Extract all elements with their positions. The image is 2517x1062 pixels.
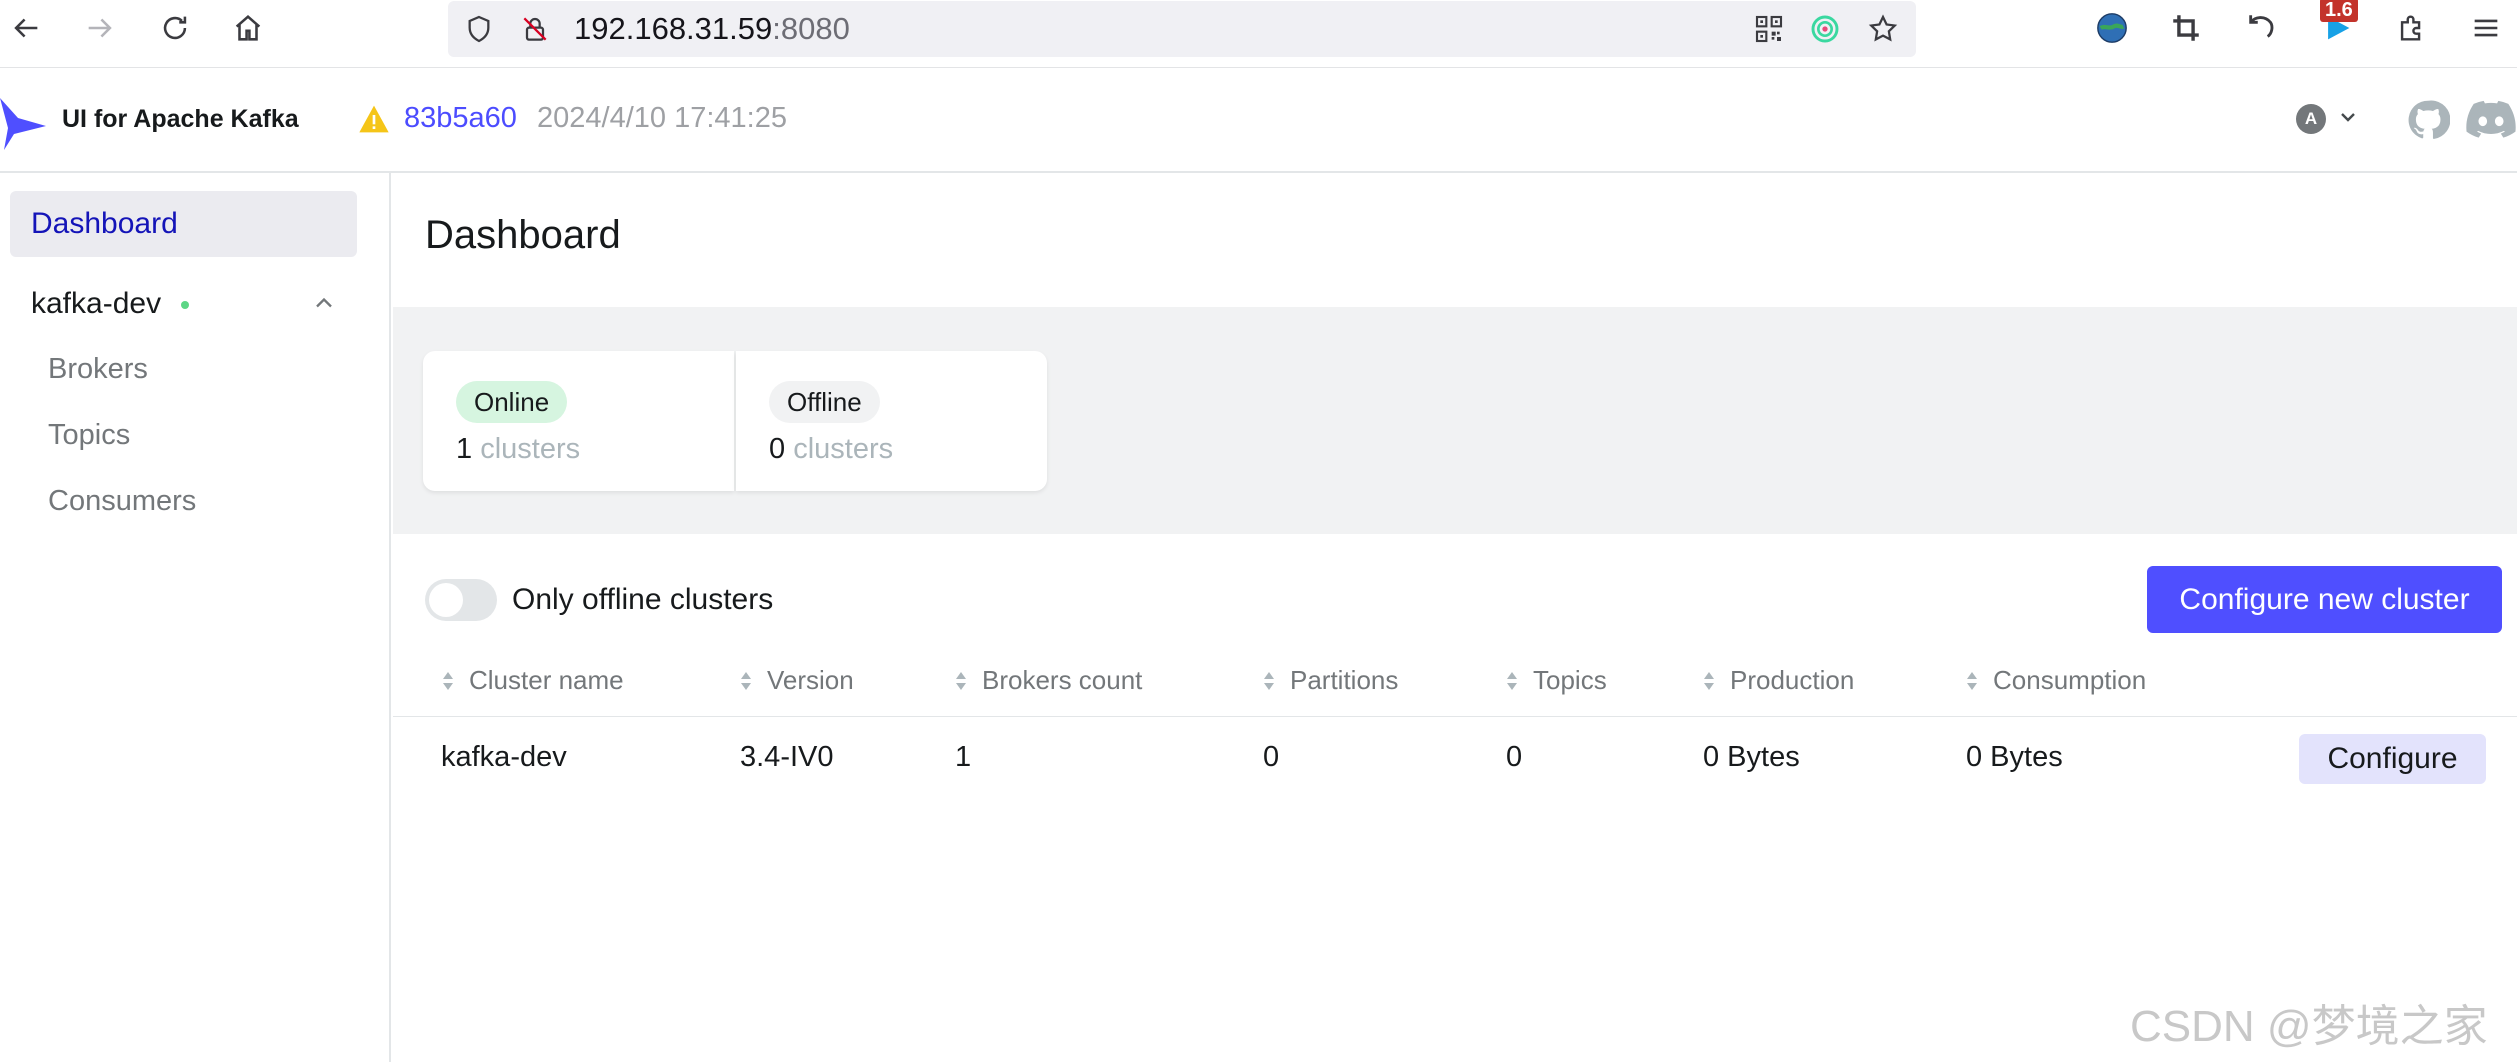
commit-date: 2024/4/10 17:41:25 bbox=[537, 102, 787, 134]
col-brokers-count[interactable]: Brokers count bbox=[954, 665, 1142, 696]
extension-target-icon[interactable] bbox=[1806, 10, 1844, 48]
sort-icon bbox=[1507, 671, 1517, 690]
address-bar[interactable]: 192.168.31.59:8080 bbox=[448, 1, 1916, 57]
forward-icon[interactable] bbox=[78, 6, 122, 50]
sidebar-cluster-kafka-dev[interactable]: kafka-dev bbox=[0, 273, 357, 333]
cell-consumption: 0 Bytes bbox=[1966, 741, 2063, 773]
cluster-status-dot bbox=[181, 301, 189, 309]
metric-offline: Offline 0 clusters bbox=[736, 351, 1047, 491]
shield-icon[interactable] bbox=[460, 10, 498, 48]
chevron-up-icon[interactable] bbox=[310, 289, 338, 317]
url-port: :8080 bbox=[772, 11, 850, 46]
online-badge: Online bbox=[456, 381, 568, 423]
offline-value: 0 bbox=[769, 433, 786, 465]
browser-toolbar: 192.168.31.59:8080 1.6 bbox=[0, 0, 2517, 68]
col-cluster-name[interactable]: Cluster name bbox=[441, 665, 624, 696]
col-consumption[interactable]: Consumption bbox=[1965, 665, 2146, 696]
main-content: Dashboard Online 1 clusters Offline 0 cl… bbox=[393, 173, 2517, 1062]
col-label: Production bbox=[1730, 665, 1855, 695]
col-topics[interactable]: Topics bbox=[1505, 665, 1607, 696]
cell-partitions: 0 bbox=[1263, 741, 1280, 773]
clusters-table: Cluster name Version Brokers count Parti… bbox=[393, 643, 2517, 803]
col-label: Brokers count bbox=[982, 665, 1143, 695]
col-label: Version bbox=[767, 665, 854, 695]
user-menu[interactable]: A bbox=[2296, 104, 2360, 134]
col-label: Topics bbox=[1533, 665, 1607, 695]
url-text[interactable]: 192.168.31.59:8080 bbox=[574, 11, 850, 47]
sort-icon bbox=[956, 671, 966, 690]
table-header: Cluster name Version Brokers count Parti… bbox=[393, 643, 2517, 717]
bookmark-star-icon[interactable] bbox=[1864, 10, 1902, 48]
metric-online: Online 1 clusters bbox=[423, 351, 734, 491]
online-value: 1 bbox=[456, 433, 473, 465]
page-title: Dashboard bbox=[425, 213, 621, 257]
extension-badge: 1.6 bbox=[2320, 0, 2358, 22]
metrics-band: Online 1 clusters Offline 0 clusters bbox=[393, 307, 2517, 534]
sort-icon bbox=[1264, 671, 1274, 690]
app-brand[interactable]: UI for Apache Kafka bbox=[62, 105, 299, 134]
menu-hamburger-icon[interactable] bbox=[2464, 6, 2508, 50]
offline-count: 0 clusters bbox=[769, 433, 893, 466]
sort-icon bbox=[741, 671, 751, 690]
configure-new-cluster-button[interactable]: Configure new cluster bbox=[2147, 566, 2502, 633]
col-label: Partitions bbox=[1290, 665, 1399, 695]
chevron-down-icon bbox=[2336, 105, 2360, 134]
toggle-knob bbox=[429, 583, 463, 617]
col-partitions[interactable]: Partitions bbox=[1262, 665, 1398, 696]
col-version[interactable]: Version bbox=[739, 665, 854, 696]
cell-production: 0 Bytes bbox=[1703, 741, 1800, 773]
online-unit: clusters bbox=[480, 433, 581, 465]
offline-clusters-toggle[interactable] bbox=[425, 579, 497, 621]
insecure-lock-icon[interactable] bbox=[516, 10, 554, 48]
home-icon[interactable] bbox=[226, 6, 270, 50]
avatar: A bbox=[2296, 104, 2326, 134]
globe-extension-icon[interactable] bbox=[2090, 6, 2134, 50]
sidebar: Dashboard kafka-dev Brokers Topics Consu… bbox=[0, 173, 391, 1062]
offline-unit: clusters bbox=[793, 433, 894, 465]
crop-icon[interactable] bbox=[2164, 6, 2208, 50]
sidebar-item-label: Dashboard bbox=[31, 207, 178, 240]
discord-icon[interactable] bbox=[2466, 100, 2516, 140]
reload-icon[interactable] bbox=[153, 6, 197, 50]
sort-icon bbox=[1704, 671, 1714, 690]
commit-link[interactable]: 83b5a60 bbox=[404, 102, 517, 135]
col-label: Consumption bbox=[1993, 665, 2147, 695]
toggle-label: Only offline clusters bbox=[512, 583, 774, 616]
qr-code-icon[interactable] bbox=[1750, 10, 1788, 48]
undo-icon[interactable] bbox=[2240, 6, 2284, 50]
sidebar-item-topics[interactable]: Topics bbox=[48, 419, 130, 452]
sidebar-item-consumers[interactable]: Consumers bbox=[48, 485, 196, 518]
table-row: kafka-dev 3.4-IV0 1 0 0 0 Bytes 0 Bytes … bbox=[393, 717, 2517, 803]
col-label: Cluster name bbox=[469, 665, 624, 695]
cell-brokers-count: 1 bbox=[955, 741, 972, 773]
kafka-ui-logo-icon[interactable] bbox=[0, 90, 48, 152]
back-icon[interactable] bbox=[4, 6, 48, 50]
cell-topics: 0 bbox=[1506, 741, 1523, 773]
sidebar-item-brokers[interactable]: Brokers bbox=[48, 353, 148, 386]
app-header: UI for Apache Kafka 83b5a60 2024/4/10 17… bbox=[0, 68, 2517, 173]
sidebar-item-dashboard[interactable]: Dashboard bbox=[10, 191, 357, 257]
online-count: 1 clusters bbox=[456, 433, 580, 466]
sort-icon bbox=[443, 671, 453, 690]
extensions-puzzle-icon[interactable] bbox=[2390, 6, 2434, 50]
sidebar-cluster-name: kafka-dev bbox=[31, 287, 162, 320]
cell-version: 3.4-IV0 bbox=[740, 741, 834, 773]
github-icon[interactable] bbox=[2406, 98, 2450, 142]
offline-badge: Offline bbox=[769, 381, 880, 423]
warning-icon bbox=[359, 105, 389, 133]
cell-cluster-name[interactable]: kafka-dev bbox=[441, 741, 567, 774]
configure-button[interactable]: Configure bbox=[2299, 734, 2486, 784]
col-production[interactable]: Production bbox=[1702, 665, 1854, 696]
sort-icon bbox=[1967, 671, 1977, 690]
watermark: CSDN @梦境之家 bbox=[2130, 1002, 2488, 1051]
url-host: 192.168.31.59 bbox=[574, 11, 773, 46]
